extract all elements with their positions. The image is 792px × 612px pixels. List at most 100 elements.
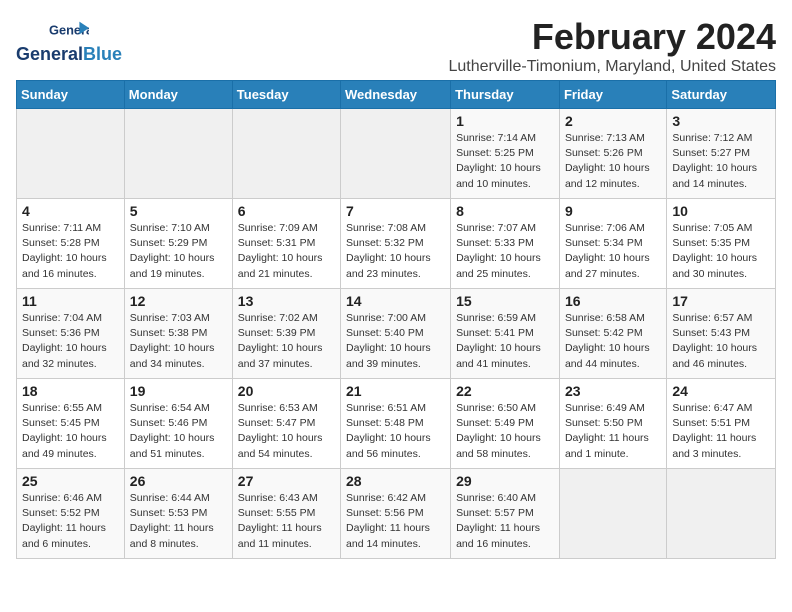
day-info: Sunrise: 7:08 AM Sunset: 5:32 PM Dayligh… <box>346 221 445 282</box>
calendar-table: SundayMondayTuesdayWednesdayThursdayFrid… <box>16 80 776 559</box>
day-info: Sunrise: 7:04 AM Sunset: 5:36 PM Dayligh… <box>22 311 119 372</box>
day-info: Sunrise: 7:07 AM Sunset: 5:33 PM Dayligh… <box>456 221 554 282</box>
calendar-cell: 6 Sunrise: 7:09 AM Sunset: 5:31 PM Daylig… <box>232 199 340 289</box>
day-info: Sunrise: 6:57 AM Sunset: 5:43 PM Dayligh… <box>672 311 770 372</box>
day-info: Sunrise: 6:54 AM Sunset: 5:46 PM Dayligh… <box>130 401 227 462</box>
day-number: 14 <box>346 293 445 309</box>
weekday-header-friday: Friday <box>559 81 666 109</box>
calendar-subtitle: Lutherville-Timonium, Maryland, United S… <box>16 58 776 76</box>
day-number: 26 <box>130 473 227 489</box>
day-info: Sunrise: 6:59 AM Sunset: 5:41 PM Dayligh… <box>456 311 554 372</box>
calendar-cell <box>17 109 125 199</box>
calendar-cell: 29 Sunrise: 6:40 AM Sunset: 5:57 PM Dayli… <box>451 469 560 559</box>
day-number: 23 <box>565 383 661 399</box>
day-number: 24 <box>672 383 770 399</box>
calendar-cell: 23 Sunrise: 6:49 AM Sunset: 5:50 PM Dayli… <box>559 379 666 469</box>
day-number: 1 <box>456 113 554 129</box>
header: February 2024 Lutherville-Timonium, Mary… <box>16 16 776 76</box>
day-info: Sunrise: 7:03 AM Sunset: 5:38 PM Dayligh… <box>130 311 227 372</box>
day-number: 2 <box>565 113 661 129</box>
day-info: Sunrise: 6:55 AM Sunset: 5:45 PM Dayligh… <box>22 401 119 462</box>
day-info: Sunrise: 6:58 AM Sunset: 5:42 PM Dayligh… <box>565 311 661 372</box>
calendar-cell: 24 Sunrise: 6:47 AM Sunset: 5:51 PM Dayli… <box>667 379 776 469</box>
calendar-cell: 14 Sunrise: 7:00 AM Sunset: 5:40 PM Dayli… <box>341 289 451 379</box>
weekday-header-wednesday: Wednesday <box>341 81 451 109</box>
day-info: Sunrise: 7:14 AM Sunset: 5:25 PM Dayligh… <box>456 131 554 192</box>
calendar-cell: 20 Sunrise: 6:53 AM Sunset: 5:47 PM Dayli… <box>232 379 340 469</box>
day-number: 16 <box>565 293 661 309</box>
calendar-cell: 9 Sunrise: 7:06 AM Sunset: 5:34 PM Daylig… <box>559 199 666 289</box>
calendar-cell: 7 Sunrise: 7:08 AM Sunset: 5:32 PM Daylig… <box>341 199 451 289</box>
calendar-cell: 5 Sunrise: 7:10 AM Sunset: 5:29 PM Daylig… <box>124 199 232 289</box>
day-number: 18 <box>22 383 119 399</box>
calendar-cell: 26 Sunrise: 6:44 AM Sunset: 5:53 PM Dayli… <box>124 469 232 559</box>
calendar-cell: 27Sunrise: 6:43 AM Sunset: 5:55 PM Dayli… <box>232 469 340 559</box>
day-number: 11 <box>22 293 119 309</box>
calendar-cell <box>667 469 776 559</box>
day-info: Sunrise: 6:50 AM Sunset: 5:49 PM Dayligh… <box>456 401 554 462</box>
calendar-cell: 17 Sunrise: 6:57 AM Sunset: 5:43 PM Dayli… <box>667 289 776 379</box>
day-number: 7 <box>346 203 445 219</box>
day-info: Sunrise: 7:06 AM Sunset: 5:34 PM Dayligh… <box>565 221 661 282</box>
day-number: 27 <box>238 473 335 489</box>
logo: General General Blue <box>16 20 122 65</box>
day-number: 28 <box>346 473 445 489</box>
day-info: Sunrise: 7:00 AM Sunset: 5:40 PM Dayligh… <box>346 311 445 372</box>
day-info: Sunrise: 7:11 AM Sunset: 5:28 PM Dayligh… <box>22 221 119 282</box>
day-number: 13 <box>238 293 335 309</box>
calendar-cell: 1 Sunrise: 7:14 AM Sunset: 5:25 PM Daylig… <box>451 109 560 199</box>
calendar-cell: 16 Sunrise: 6:58 AM Sunset: 5:42 PM Dayli… <box>559 289 666 379</box>
day-number: 4 <box>22 203 119 219</box>
logo-general: General <box>16 44 83 65</box>
day-number: 19 <box>130 383 227 399</box>
calendar-cell <box>559 469 666 559</box>
calendar-cell: 4 Sunrise: 7:11 AM Sunset: 5:28 PM Daylig… <box>17 199 125 289</box>
calendar-cell: 25 Sunrise: 6:46 AM Sunset: 5:52 PM Dayli… <box>17 469 125 559</box>
day-info: Sunrise: 6:53 AM Sunset: 5:47 PM Dayligh… <box>238 401 335 462</box>
day-number: 10 <box>672 203 770 219</box>
day-info: Sunrise: 7:10 AM Sunset: 5:29 PM Dayligh… <box>130 221 227 282</box>
calendar-cell <box>124 109 232 199</box>
calendar-cell: 3 Sunrise: 7:12 AM Sunset: 5:27 PM Daylig… <box>667 109 776 199</box>
calendar-cell: 21 Sunrise: 6:51 AM Sunset: 5:48 PM Dayli… <box>341 379 451 469</box>
calendar-cell: 13 Sunrise: 7:02 AM Sunset: 5:39 PM Dayli… <box>232 289 340 379</box>
weekday-header-tuesday: Tuesday <box>232 81 340 109</box>
day-number: 9 <box>565 203 661 219</box>
calendar-cell: 10 Sunrise: 7:05 AM Sunset: 5:35 PM Dayli… <box>667 199 776 289</box>
day-info: Sunrise: 6:46 AM Sunset: 5:52 PM Dayligh… <box>22 491 119 552</box>
day-number: 3 <box>672 113 770 129</box>
day-number: 17 <box>672 293 770 309</box>
day-info: Sunrise: 7:09 AM Sunset: 5:31 PM Dayligh… <box>238 221 335 282</box>
weekday-header-thursday: Thursday <box>451 81 560 109</box>
day-number: 12 <box>130 293 227 309</box>
day-number: 15 <box>456 293 554 309</box>
calendar-cell <box>232 109 340 199</box>
day-info: Sunrise: 6:44 AM Sunset: 5:53 PM Dayligh… <box>130 491 227 552</box>
calendar-cell: 19 Sunrise: 6:54 AM Sunset: 5:46 PM Dayli… <box>124 379 232 469</box>
day-info: Sunrise: 6:49 AM Sunset: 5:50 PM Dayligh… <box>565 401 661 462</box>
day-number: 20 <box>238 383 335 399</box>
calendar-title: February 2024 <box>16 16 776 58</box>
calendar-cell: 12 Sunrise: 7:03 AM Sunset: 5:38 PM Dayli… <box>124 289 232 379</box>
weekday-header-saturday: Saturday <box>667 81 776 109</box>
day-info: Sunrise: 7:13 AM Sunset: 5:26 PM Dayligh… <box>565 131 661 192</box>
calendar-cell: 28 Sunrise: 6:42 AM Sunset: 5:56 PM Dayli… <box>341 469 451 559</box>
day-info: Sunrise: 6:40 AM Sunset: 5:57 PM Dayligh… <box>456 491 554 552</box>
day-info: Sunrise: 7:02 AM Sunset: 5:39 PM Dayligh… <box>238 311 335 372</box>
day-info: Sunrise: 6:47 AM Sunset: 5:51 PM Dayligh… <box>672 401 770 462</box>
logo-blue: Blue <box>83 44 122 65</box>
calendar-cell: 18 Sunrise: 6:55 AM Sunset: 5:45 PM Dayli… <box>17 379 125 469</box>
day-info: Sunrise: 6:51 AM Sunset: 5:48 PM Dayligh… <box>346 401 445 462</box>
day-info: Sunrise: 6:42 AM Sunset: 5:56 PM Dayligh… <box>346 491 445 552</box>
calendar-cell: 15 Sunrise: 6:59 AM Sunset: 5:41 PM Dayli… <box>451 289 560 379</box>
calendar-cell <box>341 109 451 199</box>
day-number: 29 <box>456 473 554 489</box>
day-number: 21 <box>346 383 445 399</box>
day-info: Sunrise: 7:05 AM Sunset: 5:35 PM Dayligh… <box>672 221 770 282</box>
day-info: Sunrise: 7:12 AM Sunset: 5:27 PM Dayligh… <box>672 131 770 192</box>
day-number: 25 <box>22 473 119 489</box>
calendar-cell: 8Sunrise: 7:07 AM Sunset: 5:33 PM Daylig… <box>451 199 560 289</box>
day-number: 5 <box>130 203 227 219</box>
weekday-header-monday: Monday <box>124 81 232 109</box>
day-number: 6 <box>238 203 335 219</box>
